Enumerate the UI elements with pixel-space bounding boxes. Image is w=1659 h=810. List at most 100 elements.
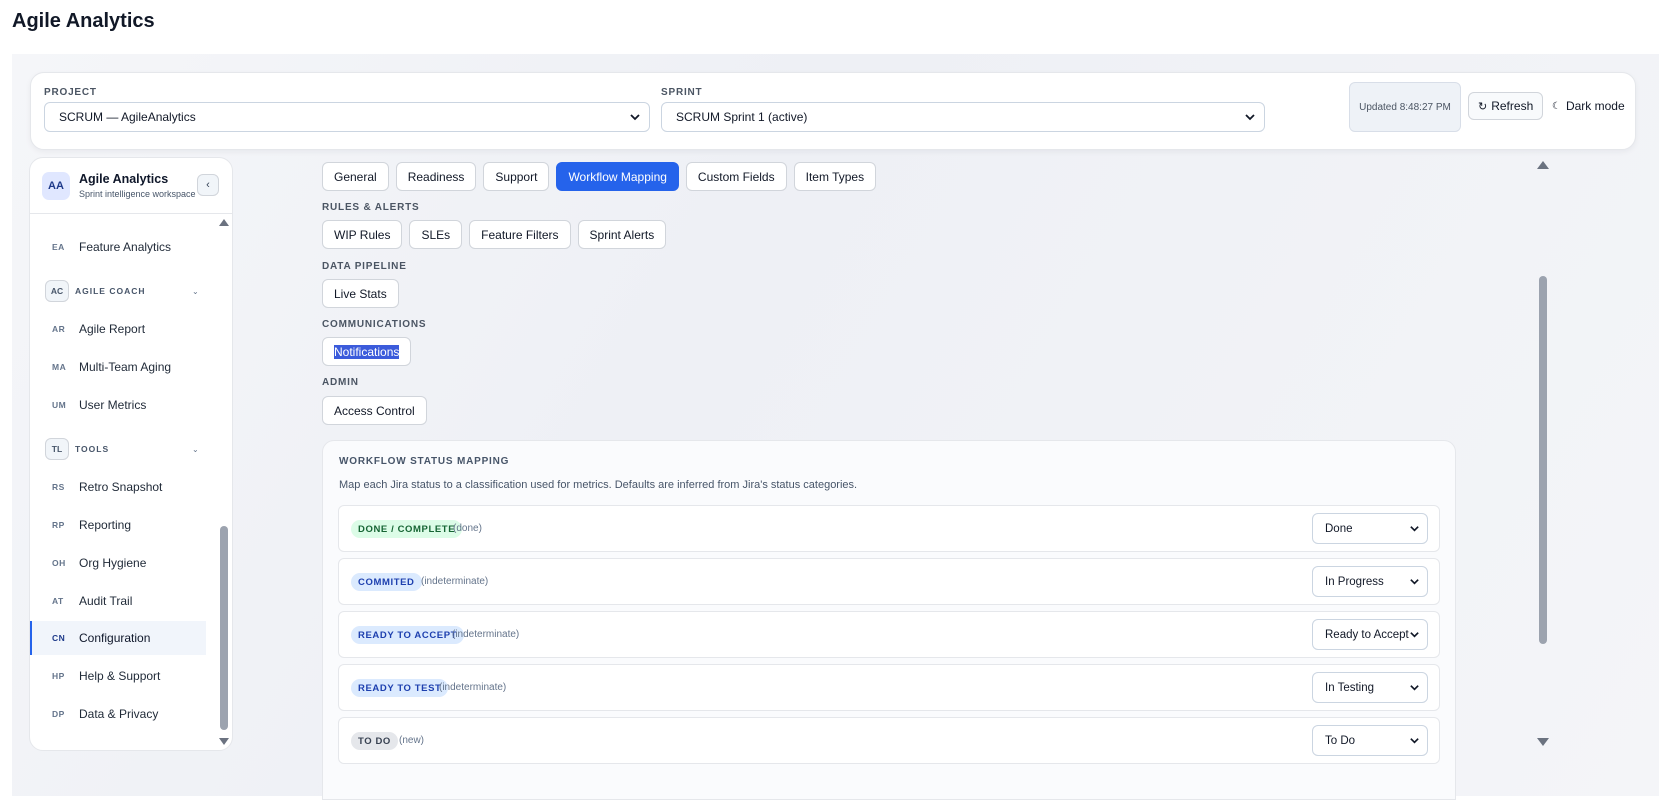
nav-code: AR <box>52 324 66 334</box>
group-name: AGILE COACH <box>75 286 146 296</box>
refresh-button[interactable]: ↻ Refresh <box>1468 92 1544 120</box>
sprint-select[interactable]: SCRUM Sprint 1 (active) <box>661 102 1265 132</box>
sidebar-item-user-metrics[interactable]: UM User Metrics <box>30 388 206 422</box>
sidebar-item-agile-report[interactable]: AR Agile Report <box>30 312 206 346</box>
project-label: PROJECT <box>44 87 97 98</box>
status-badge: TO DO <box>351 732 398 750</box>
mapping-row: TO DO (new) To Do <box>338 717 1440 764</box>
nav-code: DP <box>52 709 65 719</box>
status-badge: COMMITED <box>351 573 422 591</box>
nav-label: Retro Snapshot <box>79 480 163 494</box>
tab-item-types[interactable]: Item Types <box>793 162 877 191</box>
tab-general[interactable]: General <box>322 162 389 191</box>
dark-mode-button[interactable]: ☾ Dark mode <box>1552 92 1625 120</box>
mapping-row: READY TO TEST (indeterminate) In Testing <box>338 664 1440 711</box>
classification-select[interactable]: In Testing <box>1312 672 1428 703</box>
sidebar-item-feature-analytics[interactable]: EA Feature Analytics <box>30 230 206 264</box>
chevron-down-icon <box>1410 632 1419 638</box>
chevron-down-icon <box>630 114 640 121</box>
tab-notifications[interactable]: Notifications <box>322 337 412 366</box>
group-name: TOOLS <box>75 444 110 454</box>
collapse-sidebar-button[interactable]: ‹ <box>197 174 219 196</box>
classification-select[interactable]: To Do <box>1312 725 1428 756</box>
tab-access-control[interactable]: Access Control <box>322 396 427 425</box>
sidebar-item-data-privacy[interactable]: DP Data & Privacy <box>30 697 206 731</box>
nav-code: OH <box>52 558 66 568</box>
sidebar-item-org-hygiene[interactable]: OH Org Hygiene <box>30 546 206 580</box>
status-badge: READY TO TEST <box>351 679 449 697</box>
tab-wip-rules[interactable]: WIP Rules <box>322 220 403 249</box>
project-select[interactable]: SCRUM — AgileAnalytics <box>44 102 650 132</box>
brand-subtitle: Sprint intelligence workspace <box>79 189 196 199</box>
chevron-down-icon <box>1410 579 1419 585</box>
data-pipeline-label: DATA PIPELINE <box>322 261 407 272</box>
nav-label: Reporting <box>79 518 132 532</box>
nav-label: User Metrics <box>79 398 147 412</box>
tab-feature-filters[interactable]: Feature Filters <box>469 220 571 249</box>
communications-buttons: Notifications <box>322 337 412 366</box>
sidebar-item-help-support[interactable]: HP Help & Support <box>30 659 206 693</box>
status-badge: READY TO ACCEPT <box>351 626 465 644</box>
classification-select[interactable]: Done <box>1312 513 1428 544</box>
last-updated-badge: Updated 8:48:27 PM <box>1349 82 1461 132</box>
nav-label: Audit Trail <box>79 594 133 608</box>
nav-label: Feature Analytics <box>79 240 172 254</box>
nav-code: UM <box>52 400 67 410</box>
classification-value: In Testing <box>1325 681 1375 694</box>
admin-label: ADMIN <box>322 377 359 388</box>
nav-code: CN <box>52 633 66 643</box>
status-category: (indeterminate) <box>421 576 489 587</box>
sidebar-item-reporting[interactable]: RP Reporting <box>30 508 206 542</box>
nav-label: Multi-Team Aging <box>79 360 172 374</box>
mapping-title: WORKFLOW STATUS MAPPING <box>339 456 510 467</box>
main-scrollbar[interactable] <box>1536 160 1550 800</box>
sidebar-item-retro-snapshot[interactable]: RS Retro Snapshot <box>30 470 206 504</box>
workflow-mapping-card: WORKFLOW STATUS MAPPING Map each Jira st… <box>322 440 1456 800</box>
tab-workflow-mapping[interactable]: Workflow Mapping <box>556 162 679 191</box>
status-category: (indeterminate) <box>439 682 507 693</box>
chevron-down-icon <box>1410 738 1419 744</box>
tab-sles[interactable]: SLEs <box>409 220 463 249</box>
nav-label: Data & Privacy <box>79 707 159 721</box>
group-agile-coach[interactable]: AC AGILE COACH ⌄ <box>30 276 215 306</box>
classification-select[interactable]: Ready to Accept <box>1312 619 1428 650</box>
tab-sprint-alerts[interactable]: Sprint Alerts <box>577 220 667 249</box>
sidebar-scrollbar[interactable] <box>218 218 230 748</box>
chevron-down-icon: ⌄ <box>192 286 199 296</box>
sidebar-item-audit-trail[interactable]: AT Audit Trail <box>30 584 206 618</box>
nav-label: Configuration <box>79 631 151 645</box>
tab-live-stats[interactable]: Live Stats <box>322 279 399 308</box>
nav-code: EA <box>52 242 65 252</box>
chevron-down-icon <box>1410 526 1419 532</box>
admin-buttons: Access Control <box>322 396 427 425</box>
nav-code: HP <box>52 671 65 681</box>
chevron-down-icon <box>1245 114 1255 121</box>
config-tabs: General Readiness Support Workflow Mappi… <box>322 162 877 191</box>
communications-label: COMMUNICATIONS <box>322 319 427 330</box>
status-category: (done) <box>453 523 482 534</box>
nav-label: Help & Support <box>79 669 161 683</box>
mapping-row: COMMITED (indeterminate) In Progress <box>338 558 1440 605</box>
sidebar-brand: AA Agile Analytics Sprint intelligence w… <box>30 158 232 214</box>
tab-support[interactable]: Support <box>483 162 550 191</box>
nav-label: Org Hygiene <box>79 556 147 570</box>
sidebar-item-multi-team-aging[interactable]: MA Multi-Team Aging <box>30 350 206 384</box>
nav-code: RS <box>52 482 65 492</box>
chevron-left-icon: ‹ <box>206 179 210 191</box>
moon-icon: ☾ <box>1552 100 1561 112</box>
classification-value: To Do <box>1325 734 1356 747</box>
status-category: (new) <box>399 735 425 746</box>
tab-readiness[interactable]: Readiness <box>395 162 477 191</box>
sprint-label: SPRINT <box>661 87 703 98</box>
group-tools[interactable]: TL TOOLS ⌄ <box>30 434 215 464</box>
rules-alerts-label: RULES & ALERTS <box>322 202 420 213</box>
group-badge: AC <box>45 280 69 302</box>
classification-value: Done <box>1325 522 1353 535</box>
project-select-value: SCRUM — AgileAnalytics <box>59 110 196 124</box>
classification-select[interactable]: In Progress <box>1312 566 1428 597</box>
sidebar-nav: EA Feature Analytics AC AGILE COACH ⌄ AR… <box>30 215 215 750</box>
mapping-row: DONE / COMPLETE (done) Done <box>338 505 1440 552</box>
sidebar-item-configuration[interactable]: CN Configuration <box>30 621 206 655</box>
tab-custom-fields[interactable]: Custom Fields <box>685 162 787 191</box>
chevron-down-icon: ⌄ <box>192 444 199 454</box>
